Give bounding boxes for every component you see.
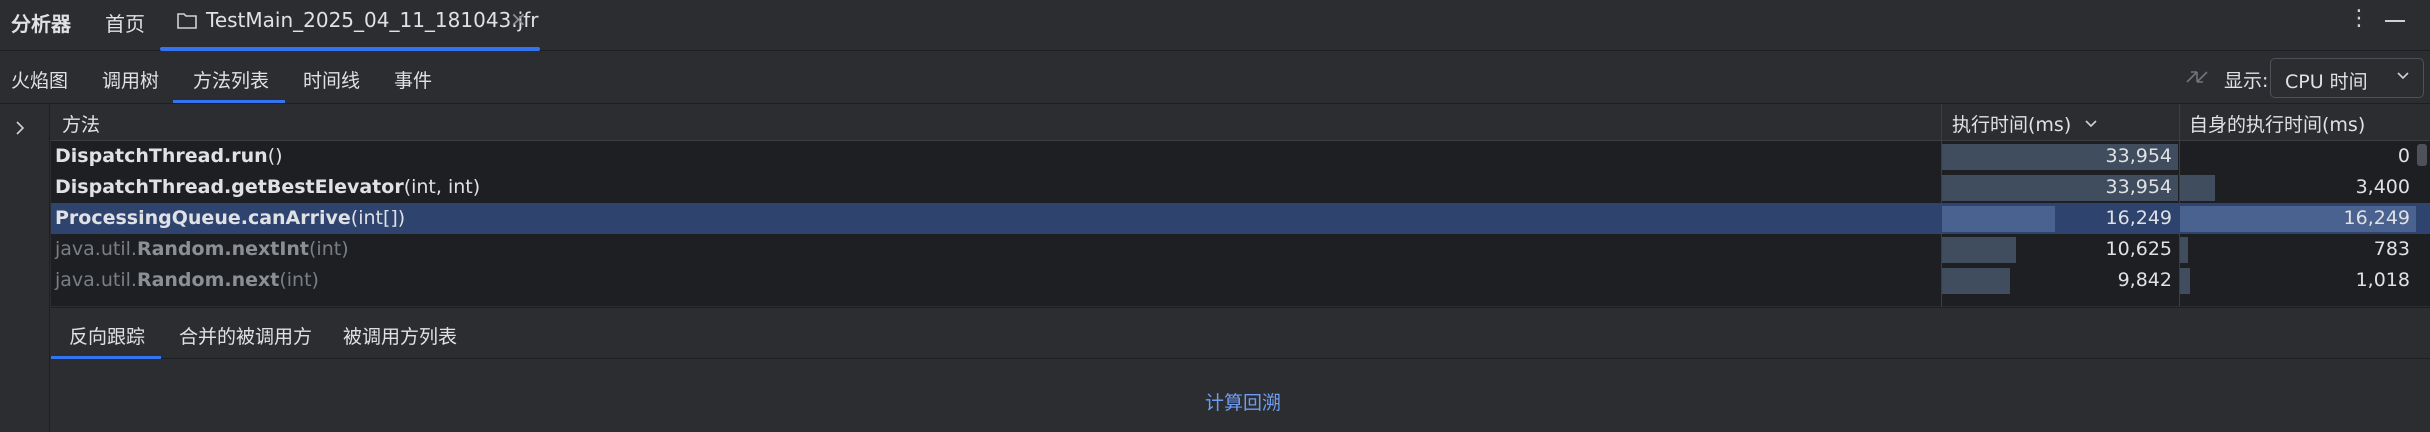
table-row[interactable]: java.util.Random.next(int) 9,842 1,018 xyxy=(51,265,2430,296)
details-tabs: 反向跟踪 合并的被调用方 被调用方列表 xyxy=(51,308,2430,359)
method-signature: (int[]) xyxy=(350,207,406,229)
sort-desc-icon xyxy=(2077,114,2099,136)
tab-callee-list[interactable]: 被调用方列表 xyxy=(343,322,457,349)
self-time-value: 1,018 xyxy=(2355,269,2410,291)
file-tab-label: TestMain_2025_04_11_181043.jfr xyxy=(206,8,539,32)
exec-time-bar xyxy=(1942,268,2010,294)
tab-home[interactable]: 首页 xyxy=(105,8,145,37)
display-mode-select[interactable]: CPU 时间 xyxy=(2270,58,2424,98)
more-options-icon[interactable]: ⋮ xyxy=(2348,6,2370,31)
method-name-cell: DispatchThread.getBestElevator(int, int) xyxy=(55,176,480,198)
scrollbar-thumb[interactable] xyxy=(2417,144,2427,166)
method-signature: (int) xyxy=(279,269,319,291)
tab-timeline[interactable]: 时间线 xyxy=(303,66,360,93)
tab-file[interactable]: TestMain_2025_04_11_181043.jfr × xyxy=(160,0,540,51)
method-signature: () xyxy=(267,145,283,167)
active-tab-indicator xyxy=(160,47,540,51)
table-row[interactable]: DispatchThread.getBestElevator(int, int)… xyxy=(51,172,2430,203)
compute-backtrace-link[interactable]: 计算回溯 xyxy=(1205,388,1281,415)
self-time-cell: 16,249 xyxy=(2180,203,2416,234)
table-row[interactable]: DispatchThread.run() 33,954 0 xyxy=(51,141,2430,172)
method-signature: (int, int) xyxy=(403,176,481,198)
table-row[interactable]: java.util.Random.nextInt(int) 10,625 783 xyxy=(51,234,2430,265)
self-time-cell: 3,400 xyxy=(2180,172,2416,203)
exec-time-value: 33,954 xyxy=(2105,176,2172,198)
column-method[interactable]: 方法 xyxy=(62,110,100,137)
self-time-value: 16,249 xyxy=(2343,207,2410,229)
exec-time-cell: 16,249 xyxy=(1942,203,2178,234)
exec-time-value: 9,842 xyxy=(2117,269,2172,291)
self-time-bar xyxy=(2180,237,2188,263)
compare-icon[interactable] xyxy=(2183,64,2211,96)
app-title: 分析器 xyxy=(11,12,71,36)
tab-backtrace[interactable]: 反向跟踪 xyxy=(69,322,145,349)
method-class: ProcessingQueue.canArrive xyxy=(55,207,351,229)
close-icon[interactable]: × xyxy=(510,7,527,31)
tab-merged-callees[interactable]: 合并的被调用方 xyxy=(179,322,312,349)
exec-time-cell: 33,954 xyxy=(1942,141,2178,172)
method-name-cell: java.util.Random.nextInt(int) xyxy=(55,238,349,260)
display-mode-value: CPU 时间 xyxy=(2285,71,2368,93)
left-gutter xyxy=(0,104,50,432)
method-signature: (int) xyxy=(309,238,349,260)
column-exec-time-label: 执行时间(ms) xyxy=(1952,114,2072,136)
tab-method-list[interactable]: 方法列表 xyxy=(193,66,269,93)
exec-time-value: 16,249 xyxy=(2105,207,2172,229)
method-table: 方法 执行时间(ms) 自身的执行时间(ms) DispatchThread.r… xyxy=(51,104,2430,306)
self-time-value: 783 xyxy=(2373,238,2410,260)
method-name-cell: java.util.Random.next(int) xyxy=(55,269,319,291)
column-self-time[interactable]: 自身的执行时间(ms) xyxy=(2189,110,2365,137)
self-time-bar xyxy=(2180,175,2215,201)
method-name-cell: DispatchThread.run() xyxy=(55,145,283,167)
exec-time-value: 33,954 xyxy=(2105,145,2172,167)
table-header: 方法 执行时间(ms) 自身的执行时间(ms) xyxy=(51,104,2430,141)
top-header: 分析器 首页 TestMain_2025_04_11_181043.jfr × … xyxy=(0,0,2430,51)
exec-time-value: 10,625 xyxy=(2105,238,2172,260)
column-exec-time[interactable]: 执行时间(ms) xyxy=(1952,110,2099,137)
method-package: java.util. xyxy=(55,269,137,291)
minimize-icon[interactable] xyxy=(2385,20,2405,22)
folder-icon xyxy=(176,11,198,36)
exec-time-cell: 9,842 xyxy=(1942,265,2178,296)
method-package: java.util. xyxy=(55,238,137,260)
tab-call-tree[interactable]: 调用树 xyxy=(102,66,159,93)
active-view-indicator xyxy=(173,100,285,103)
method-class: DispatchThread.getBestElevator xyxy=(55,176,404,198)
exec-time-bar xyxy=(1942,206,2055,232)
exec-time-cell: 10,625 xyxy=(1942,234,2178,265)
self-time-bar xyxy=(2180,268,2190,294)
tab-events[interactable]: 事件 xyxy=(394,66,432,93)
exec-time-bar xyxy=(1942,237,2016,263)
tab-flame-graph[interactable]: 火焰图 xyxy=(11,66,68,93)
chevron-down-icon xyxy=(2395,67,2411,87)
details-panel: 反向跟踪 合并的被调用方 被调用方列表 计算回溯 xyxy=(51,307,2430,432)
exec-time-cell: 33,954 xyxy=(1942,172,2178,203)
view-tabs-bar: 火焰图 调用树 方法列表 时间线 事件 显示: CPU 时间 xyxy=(0,52,2430,104)
self-time-value: 0 xyxy=(2397,145,2410,167)
self-time-value: 3,400 xyxy=(2355,176,2410,198)
self-time-cell: 783 xyxy=(2180,234,2416,265)
chevron-right-icon[interactable] xyxy=(12,118,28,142)
table-row[interactable]: ProcessingQueue.canArrive(int[]) 16,249 16… xyxy=(51,203,2430,234)
self-time-cell: 0 xyxy=(2180,141,2416,172)
method-name-cell: ProcessingQueue.canArrive(int[]) xyxy=(55,207,405,229)
method-class: Random.nextInt xyxy=(136,238,310,260)
method-class: DispatchThread.run xyxy=(55,145,268,167)
method-class: Random.next xyxy=(136,269,280,291)
display-label: 显示: xyxy=(2224,70,2269,92)
self-time-cell: 1,018 xyxy=(2180,265,2416,296)
